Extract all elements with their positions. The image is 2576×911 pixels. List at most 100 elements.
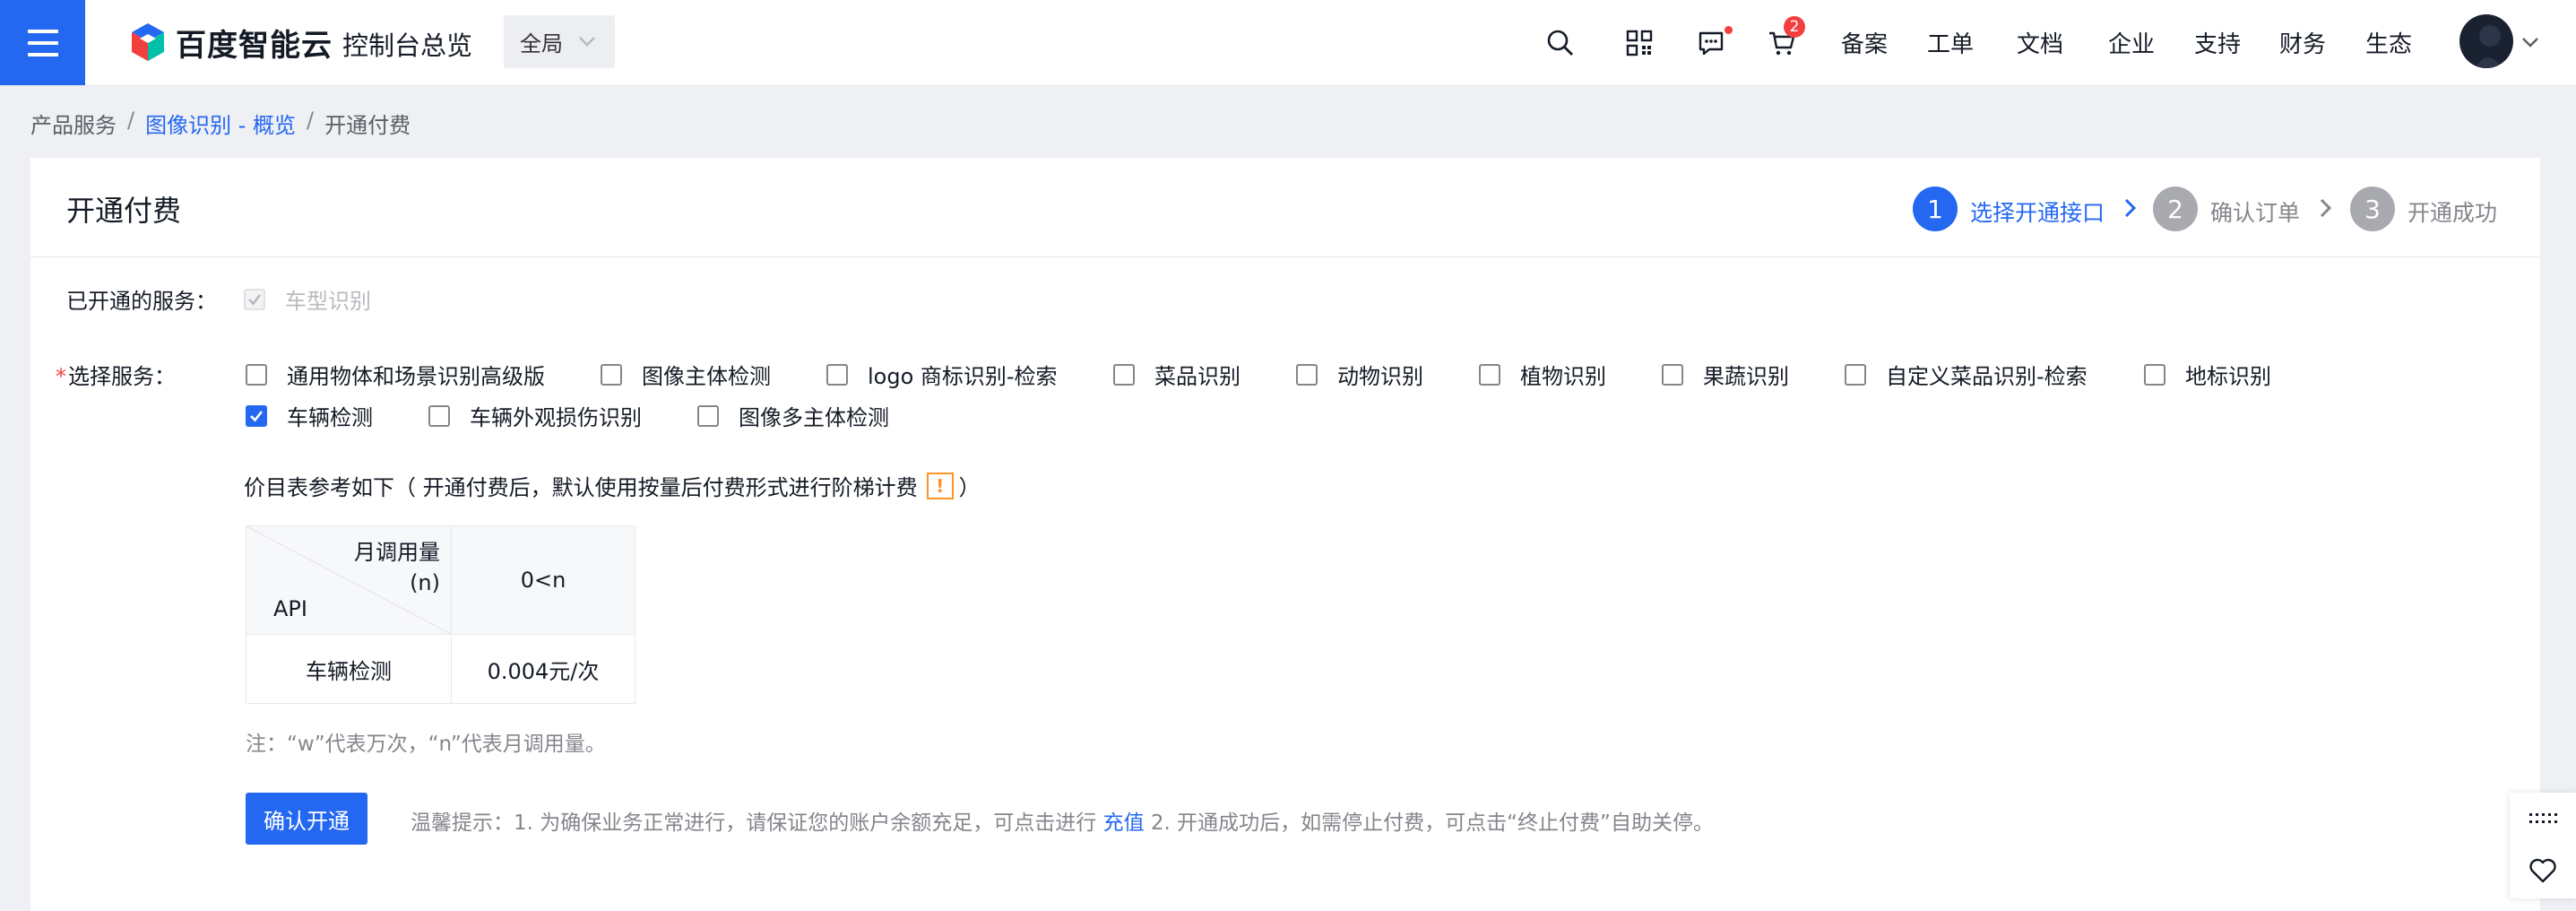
- service-checkbox-custom-dish[interactable]: 自定义菜品识别-检索: [1845, 359, 2088, 390]
- step-3-circle: 3: [2350, 187, 2395, 231]
- table-row: 车辆检测 0.004元/次: [246, 634, 635, 704]
- checkbox-box: [1662, 363, 1683, 386]
- step-3-label: 开通成功: [2407, 200, 2498, 226]
- checkbox-label: 车辆外观损伤识别: [470, 405, 642, 430]
- checkbox-box: [601, 363, 622, 386]
- breadcrumb-separator: /: [307, 108, 315, 133]
- checkbox-label: 车辆检测: [287, 405, 373, 430]
- top-bar: 百度智能云 控制台总览 全局 2 备案 工单 文档 企业 支持 财务 生态: [0, 0, 2576, 86]
- opened-service-label: 车型识别: [285, 289, 371, 314]
- pricing-note-text: 价目表参考如下（ 开通付费后，默认使用按量后付费形式进行阶梯计费: [244, 475, 918, 500]
- checkbox-label: 图像主体检测: [642, 364, 771, 389]
- checkbox-box-checked: [246, 404, 267, 427]
- breadcrumb-product-services[interactable]: 产品服务: [30, 108, 117, 139]
- service-checkbox-vehicle-damage[interactable]: 车辆外观损伤识别: [428, 400, 642, 431]
- nav-finance[interactable]: 财务: [2279, 26, 2326, 59]
- avatar[interactable]: [2459, 14, 2513, 68]
- service-checkbox-fruit-veg[interactable]: 果蔬识别: [1662, 359, 1789, 390]
- checkbox-box: [1296, 363, 1318, 386]
- checkbox-label: 图像多主体检测: [739, 405, 889, 430]
- logo-text: 百度智能云: [176, 27, 333, 64]
- chevron-right-icon: [2320, 198, 2332, 218]
- nav-ecosystem[interactable]: 生态: [2365, 26, 2412, 59]
- service-checkbox-general-object[interactable]: 通用物体和场景识别高级版: [246, 359, 545, 390]
- chevron-down-icon[interactable]: [2520, 32, 2540, 52]
- service-checkbox-vehicle-detection[interactable]: 车辆检测: [246, 400, 373, 431]
- checkbox-label: 植物识别: [1520, 364, 1606, 389]
- menu-icon[interactable]: [0, 0, 85, 85]
- opened-services-label: 已开通的服务：: [66, 289, 217, 314]
- checkbox-box: [246, 363, 267, 386]
- nav-support[interactable]: 支持: [2194, 26, 2241, 59]
- region-label: 全局: [520, 31, 563, 56]
- breadcrumb: 产品服务 / 图像识别 - 概览 / 开通付费: [30, 108, 411, 139]
- checkbox-box: [1479, 363, 1500, 386]
- logo[interactable]: 百度智能云: [129, 20, 333, 65]
- corner-top-line2: (n): [410, 570, 440, 595]
- nav-filing[interactable]: 备案: [1841, 26, 1888, 59]
- step-1-circle: 1: [1913, 187, 1958, 231]
- corner-bottom-label: API: [273, 596, 307, 621]
- message-unread-dot: [1725, 26, 1733, 34]
- select-services-label: *选择服务：: [56, 359, 176, 390]
- breadcrumb-image-recognition[interactable]: 图像识别 - 概览: [145, 108, 296, 139]
- breadcrumb-separator: /: [127, 108, 135, 133]
- step-2-circle: 2: [2153, 187, 2198, 231]
- console-title[interactable]: 控制台总览: [342, 25, 472, 63]
- floating-toolbar: [2510, 793, 2576, 898]
- checkbox-label: 动物识别: [1337, 364, 1423, 389]
- pricing-footnote: 注：“w”代表万次，“n”代表月调用量。: [246, 733, 606, 756]
- region-selector[interactable]: 全局: [504, 15, 615, 68]
- nav-enterprise[interactable]: 企业: [2108, 26, 2155, 59]
- checkbox-box: [428, 404, 450, 427]
- step-1-label: 选择开通接口: [1970, 200, 2105, 226]
- checkbox-label: 菜品识别: [1154, 364, 1240, 389]
- chevron-right-icon: [2124, 198, 2137, 218]
- service-checkbox-multi-subject[interactable]: 图像多主体检测: [697, 400, 889, 431]
- heart-icon[interactable]: [2510, 845, 2576, 897]
- price-table: 月调用量 (n) API 0<n 车辆检测 0.004元/次: [246, 525, 635, 704]
- api-name-cell: 车辆检测: [246, 634, 452, 704]
- step-2-label: 确认订单: [2210, 200, 2301, 226]
- checkbox-box: [697, 404, 719, 427]
- nav-docs[interactable]: 文档: [2017, 26, 2063, 59]
- recharge-link[interactable]: 充值: [1103, 811, 1145, 835]
- price-cell: 0.004元/次: [451, 634, 635, 704]
- checkbox-label: 地标识别: [2185, 364, 2271, 389]
- checkbox-label: 果蔬识别: [1703, 364, 1789, 389]
- service-checkbox-animal[interactable]: 动物识别: [1296, 359, 1423, 390]
- checkbox-label: logo 商标识别-检索: [868, 364, 1058, 389]
- confirm-open-button[interactable]: 确认开通: [246, 793, 367, 845]
- checkbox-box: [826, 363, 848, 386]
- chevron-down-icon: [579, 37, 595, 47]
- main-card: 开通付费 1 选择开通接口 2 确认订单 3 开通成功 已开通的服务： 车型识别…: [30, 158, 2540, 911]
- service-checkbox-plant[interactable]: 植物识别: [1479, 359, 1606, 390]
- tier-header: 0<n: [451, 525, 635, 635]
- qrcode-icon[interactable]: [1621, 25, 1657, 61]
- checkbox-label: 通用物体和场景识别高级版: [287, 364, 545, 389]
- select-services-text: 选择服务：: [68, 364, 176, 389]
- pricing-note: 价目表参考如下（ 开通付费后，默认使用按量后付费形式进行阶梯计费 ! ）: [244, 470, 981, 501]
- corner-top-line1: 月调用量: [354, 540, 440, 565]
- service-checkbox-subject-detection[interactable]: 图像主体检测: [601, 359, 771, 390]
- service-checkbox-dish[interactable]: 菜品识别: [1113, 359, 1240, 390]
- cart-count-badge: 2: [1784, 16, 1805, 38]
- service-checkbox-landmark[interactable]: 地标识别: [2144, 359, 2271, 390]
- checkbox-box: [1845, 363, 1866, 386]
- warning-icon[interactable]: !: [926, 472, 954, 499]
- opened-service-checkbox: 车型识别: [244, 283, 371, 315]
- card-header: 开通付费 1 选择开通接口 2 确认订单 3 开通成功: [30, 158, 2540, 257]
- nav-ticket[interactable]: 工单: [1927, 26, 1974, 59]
- checkbox-box: [1113, 363, 1135, 386]
- corner-top-label: 月调用量 (n): [354, 537, 440, 598]
- search-icon[interactable]: [1543, 25, 1578, 61]
- checkbox-box: [244, 288, 265, 310]
- warm-tip: 温馨提示：1. 为确保业务正常进行，请保证您的账户余额充足，可点击进行 充值 2…: [411, 805, 1714, 836]
- tip-text-2: 2. 开通成功后，如需停止付费，可点击“终止付费”自助关停。: [1144, 811, 1714, 835]
- pricing-note-close: ）: [958, 475, 981, 500]
- checkbox-box: [2144, 363, 2165, 386]
- service-checkbox-logo-search[interactable]: logo 商标识别-检索: [826, 359, 1058, 390]
- checkbox-label: 自定义菜品识别-检索: [1886, 364, 2088, 389]
- tip-text-1: 温馨提示：1. 为确保业务正常进行，请保证您的账户余额充足，可点击进行: [411, 811, 1103, 835]
- grid-icon[interactable]: [2510, 793, 2576, 845]
